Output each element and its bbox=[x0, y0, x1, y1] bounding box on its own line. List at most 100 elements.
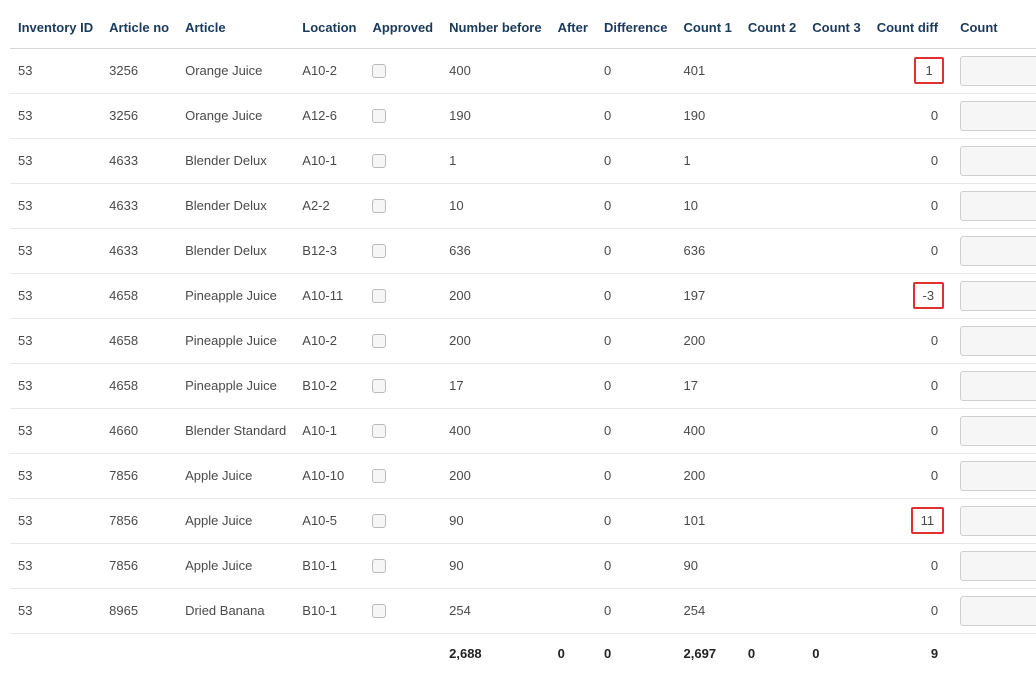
count2 bbox=[740, 453, 804, 498]
approved-checkbox[interactable] bbox=[372, 514, 386, 528]
count-input[interactable] bbox=[960, 371, 1036, 401]
header-inventory-id[interactable]: Inventory ID bbox=[10, 10, 101, 48]
count-diff-value: 0 bbox=[931, 468, 938, 483]
count-diff-value: 0 bbox=[931, 198, 938, 213]
number-before: 17 bbox=[441, 363, 549, 408]
location: B10-1 bbox=[294, 543, 364, 588]
count-input[interactable] bbox=[960, 596, 1036, 626]
count-input[interactable] bbox=[960, 326, 1036, 356]
approved-checkbox[interactable] bbox=[372, 64, 386, 78]
approved-checkbox[interactable] bbox=[372, 379, 386, 393]
inventory-id: 53 bbox=[10, 588, 101, 633]
approved-checkbox[interactable] bbox=[372, 199, 386, 213]
header-number-before[interactable]: Number before bbox=[441, 10, 549, 48]
header-count2[interactable]: Count 2 bbox=[740, 10, 804, 48]
count3 bbox=[804, 48, 868, 93]
totals-row: 2,688 0 0 2,697 0 0 9 bbox=[10, 633, 1036, 673]
count2 bbox=[740, 228, 804, 273]
table-row: 534660Blender StandardA10-140004000 bbox=[10, 408, 1036, 453]
count-input[interactable] bbox=[960, 506, 1036, 536]
approved-checkbox[interactable] bbox=[372, 604, 386, 618]
header-approved[interactable]: Approved bbox=[364, 10, 441, 48]
after bbox=[550, 48, 596, 93]
inventory-id: 53 bbox=[10, 318, 101, 363]
header-count1[interactable]: Count 1 bbox=[676, 10, 740, 48]
count3 bbox=[804, 408, 868, 453]
approved-checkbox[interactable] bbox=[372, 154, 386, 168]
count-diff-highlight: 1 bbox=[914, 57, 944, 84]
count1: 10 bbox=[676, 183, 740, 228]
location: A10-10 bbox=[294, 453, 364, 498]
count2 bbox=[740, 318, 804, 363]
count2 bbox=[740, 543, 804, 588]
count-input[interactable] bbox=[960, 461, 1036, 491]
count2 bbox=[740, 363, 804, 408]
table-row: 534633Blender DeluxA10-11010 bbox=[10, 138, 1036, 183]
inventory-id: 53 bbox=[10, 228, 101, 273]
after bbox=[550, 273, 596, 318]
total-count1: 2,697 bbox=[676, 633, 740, 673]
difference: 0 bbox=[596, 363, 676, 408]
count-diff-value: 0 bbox=[931, 558, 938, 573]
approved-checkbox[interactable] bbox=[372, 109, 386, 123]
table-row: 537856Apple JuiceB10-1900900 bbox=[10, 543, 1036, 588]
count-input[interactable] bbox=[960, 101, 1036, 131]
header-location[interactable]: Location bbox=[294, 10, 364, 48]
count3 bbox=[804, 318, 868, 363]
count2 bbox=[740, 138, 804, 183]
count-input[interactable] bbox=[960, 191, 1036, 221]
location: A10-11 bbox=[294, 273, 364, 318]
approved-checkbox[interactable] bbox=[372, 289, 386, 303]
header-count[interactable]: Count bbox=[952, 10, 1036, 48]
count-diff-value: 0 bbox=[931, 243, 938, 258]
header-difference[interactable]: Difference bbox=[596, 10, 676, 48]
inventory-id: 53 bbox=[10, 48, 101, 93]
count1: 200 bbox=[676, 453, 740, 498]
count3 bbox=[804, 228, 868, 273]
table-row: 538965Dried BananaB10-125402540 bbox=[10, 588, 1036, 633]
article-no: 8965 bbox=[101, 588, 177, 633]
header-article[interactable]: Article bbox=[177, 10, 294, 48]
count-input[interactable] bbox=[960, 416, 1036, 446]
total-count-diff: 9 bbox=[869, 633, 952, 673]
count-diff-value: 0 bbox=[931, 153, 938, 168]
count-input[interactable] bbox=[960, 281, 1036, 311]
location: A10-5 bbox=[294, 498, 364, 543]
article-no: 3256 bbox=[101, 93, 177, 138]
count-input[interactable] bbox=[960, 146, 1036, 176]
after bbox=[550, 453, 596, 498]
approved-checkbox[interactable] bbox=[372, 424, 386, 438]
count-input[interactable] bbox=[960, 551, 1036, 581]
count2 bbox=[740, 48, 804, 93]
inventory-table: Inventory ID Article no Article Location… bbox=[10, 10, 1036, 673]
count1: 401 bbox=[676, 48, 740, 93]
location: B10-1 bbox=[294, 588, 364, 633]
table-row: 537856Apple JuiceA10-590010111 bbox=[10, 498, 1036, 543]
approved-checkbox[interactable] bbox=[372, 469, 386, 483]
approved-checkbox[interactable] bbox=[372, 244, 386, 258]
count1: 1 bbox=[676, 138, 740, 183]
count-diff-value: 0 bbox=[931, 378, 938, 393]
count2 bbox=[740, 183, 804, 228]
count3 bbox=[804, 138, 868, 183]
count3 bbox=[804, 453, 868, 498]
after bbox=[550, 93, 596, 138]
header-after[interactable]: After bbox=[550, 10, 596, 48]
header-count3[interactable]: Count 3 bbox=[804, 10, 868, 48]
header-count-diff[interactable]: Count diff bbox=[869, 10, 952, 48]
article-name: Apple Juice bbox=[177, 543, 294, 588]
count-input[interactable] bbox=[960, 236, 1036, 266]
count-input[interactable] bbox=[960, 56, 1036, 86]
number-before: 1 bbox=[441, 138, 549, 183]
approved-checkbox[interactable] bbox=[372, 334, 386, 348]
count3 bbox=[804, 93, 868, 138]
article-no: 4633 bbox=[101, 138, 177, 183]
difference: 0 bbox=[596, 138, 676, 183]
count1: 197 bbox=[676, 273, 740, 318]
count1: 254 bbox=[676, 588, 740, 633]
header-article-no[interactable]: Article no bbox=[101, 10, 177, 48]
difference: 0 bbox=[596, 453, 676, 498]
location: A12-6 bbox=[294, 93, 364, 138]
article-name: Dried Banana bbox=[177, 588, 294, 633]
approved-checkbox[interactable] bbox=[372, 559, 386, 573]
